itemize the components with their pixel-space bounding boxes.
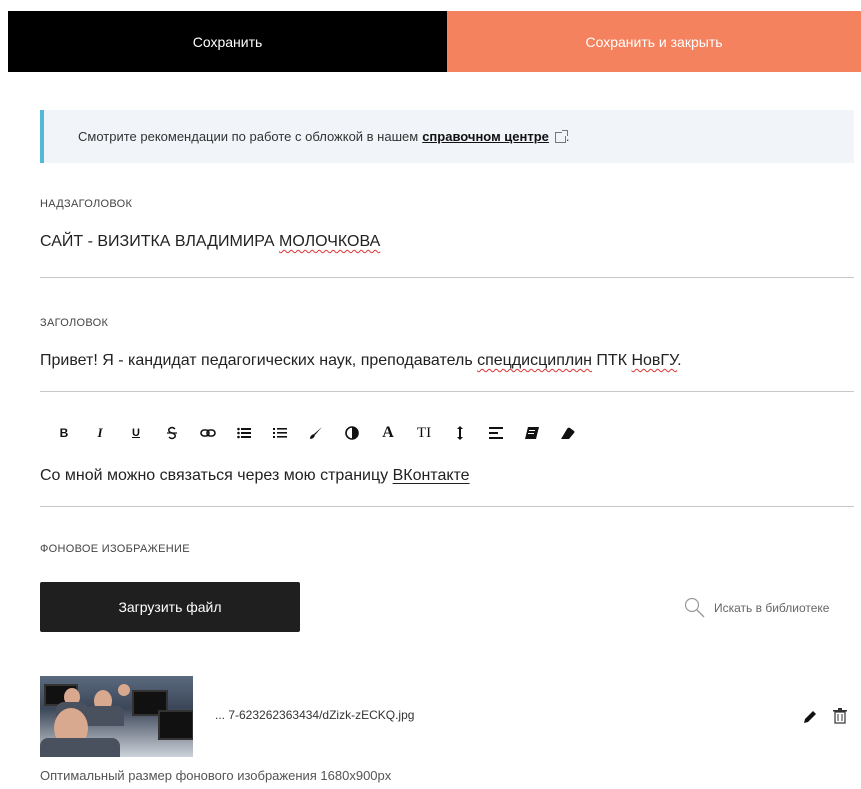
title-label: ЗАГОЛОВОК bbox=[40, 317, 109, 329]
vk-link[interactable]: ВКонтакте bbox=[393, 467, 470, 484]
text-size-icon[interactable]: TI bbox=[413, 422, 435, 444]
align-icon[interactable] bbox=[485, 422, 507, 444]
background-image-label: ФОНОВОЕ ИЗОБРАЖЕНИЕ bbox=[40, 543, 190, 555]
pencil-icon[interactable] bbox=[803, 710, 817, 729]
supertitle-misspelled-word: МОЛОЧКОВА bbox=[279, 233, 381, 250]
info-banner: Смотрите рекомендации по работе с обложк… bbox=[40, 110, 854, 163]
eraser-icon[interactable] bbox=[557, 422, 579, 444]
font-icon[interactable]: A bbox=[377, 422, 399, 444]
supertitle-field[interactable]: САЙТ - ВИЗИТКА ВЛАДИМИРА МОЛОЧКОВА bbox=[40, 233, 380, 251]
help-center-link[interactable]: справочном центре bbox=[422, 129, 549, 144]
link-icon[interactable] bbox=[197, 422, 219, 444]
upload-file-button[interactable]: Загрузить файл bbox=[40, 582, 300, 632]
divider bbox=[40, 277, 854, 278]
description-text: Со мной можно связаться через мою страни… bbox=[40, 467, 393, 484]
bold-icon[interactable]: B bbox=[53, 422, 75, 444]
title-text-part: ПТК bbox=[591, 352, 632, 369]
image-size-hint: Оптимальный размер фонового изображения … bbox=[40, 768, 392, 783]
italic-icon[interactable]: I bbox=[89, 422, 111, 444]
divider bbox=[40, 391, 854, 392]
save-and-close-button[interactable]: Сохранить и закрыть bbox=[447, 11, 861, 72]
title-misspelled-word: спецдисциплин bbox=[477, 352, 592, 369]
search-library-button[interactable]: Искать в библиотеке bbox=[684, 597, 829, 619]
title-text-part: . bbox=[677, 352, 682, 369]
file-name: ... 7-623262363434/dZizk-zECKQ.jpg bbox=[215, 708, 415, 722]
title-field[interactable]: Привет! Я - кандидат педагогических наук… bbox=[40, 352, 682, 370]
divider bbox=[40, 506, 854, 507]
bulleted-list-icon[interactable] bbox=[233, 422, 255, 444]
brush-icon[interactable] bbox=[305, 422, 327, 444]
save-button[interactable]: Сохранить bbox=[8, 11, 447, 72]
block-icon[interactable] bbox=[521, 422, 543, 444]
search-library-label: Искать в библиотеке bbox=[714, 601, 830, 615]
background-image-thumbnail bbox=[40, 676, 193, 757]
strikethrough-icon[interactable] bbox=[161, 422, 183, 444]
contrast-icon[interactable] bbox=[341, 422, 363, 444]
description-field[interactable]: Со мной можно связаться через мою страни… bbox=[40, 467, 470, 485]
title-text-part: Привет! Я - кандидат педагогических наук… bbox=[40, 352, 478, 369]
supertitle-label: НАДЗАГОЛОВОК bbox=[40, 198, 133, 210]
top-bar: Сохранить Сохранить и закрыть bbox=[8, 11, 861, 72]
external-link-icon[interactable] bbox=[554, 130, 568, 143]
info-text: Смотрите рекомендации по работе с обложк… bbox=[78, 129, 419, 144]
search-icon bbox=[684, 597, 705, 618]
supertitle-text: САЙТ - ВИЗИТКА ВЛАДИМИРА bbox=[40, 233, 279, 250]
title-misspelled-word: НовГУ bbox=[631, 352, 678, 369]
text-toolbar: B I U A TI bbox=[53, 420, 593, 446]
underline-icon[interactable]: U bbox=[125, 422, 147, 444]
numbered-list-icon[interactable] bbox=[269, 422, 291, 444]
trash-icon[interactable] bbox=[833, 708, 847, 729]
line-height-icon[interactable] bbox=[449, 422, 471, 444]
